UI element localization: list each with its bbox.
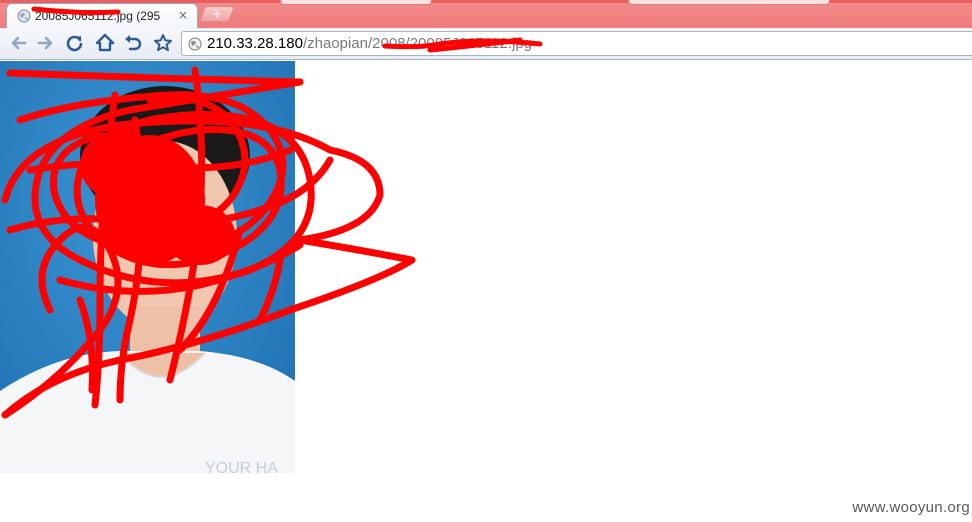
tab-close-button[interactable]: × xyxy=(177,8,189,22)
globe-icon xyxy=(188,37,202,51)
plus-icon: + xyxy=(211,7,223,21)
tab-title: 20085J065112.jpg (295 xyxy=(35,9,161,23)
browser-toolbar: 210.33.28.180/zhaopian/2008/20085J065112… xyxy=(0,28,972,60)
displayed-photo: YOUR HA xyxy=(0,61,295,473)
url-path: /zhaopian/2008/20085J065112.jpg xyxy=(302,35,533,52)
forward-arrow-icon xyxy=(37,36,53,50)
undo-icon xyxy=(125,35,142,51)
bookmark-button[interactable] xyxy=(151,32,175,54)
tab-active[interactable]: 20085J065112.jpg (295 × xyxy=(6,3,198,28)
url-text[interactable]: 210.33.28.180/zhaopian/2008/20085J065112… xyxy=(207,34,532,53)
back-arrow-icon xyxy=(11,36,27,50)
back-button[interactable] xyxy=(6,32,30,54)
home-icon xyxy=(95,33,115,52)
undo-button[interactable] xyxy=(121,32,145,54)
home-button[interactable] xyxy=(93,32,117,54)
star-icon xyxy=(154,34,172,52)
reload-button[interactable] xyxy=(63,32,87,54)
shirt-print-text: YOUR HA xyxy=(205,460,278,473)
photo-image: YOUR HA xyxy=(0,61,295,473)
background-tab-edge[interactable] xyxy=(280,0,432,5)
url-host: 210.33.28.180 xyxy=(207,35,303,52)
forward-button[interactable] xyxy=(34,32,58,54)
reload-icon xyxy=(66,35,83,52)
watermark-text: www.wooyun.org xyxy=(852,499,970,516)
globe-icon xyxy=(17,9,31,23)
tab-strip: 20085J065112.jpg (295 × + xyxy=(0,0,972,28)
background-tab-edge[interactable] xyxy=(628,0,830,5)
address-bar[interactable]: 210.33.28.180/zhaopian/2008/20085J065112… xyxy=(181,31,972,56)
new-tab-button[interactable]: + xyxy=(199,6,235,22)
